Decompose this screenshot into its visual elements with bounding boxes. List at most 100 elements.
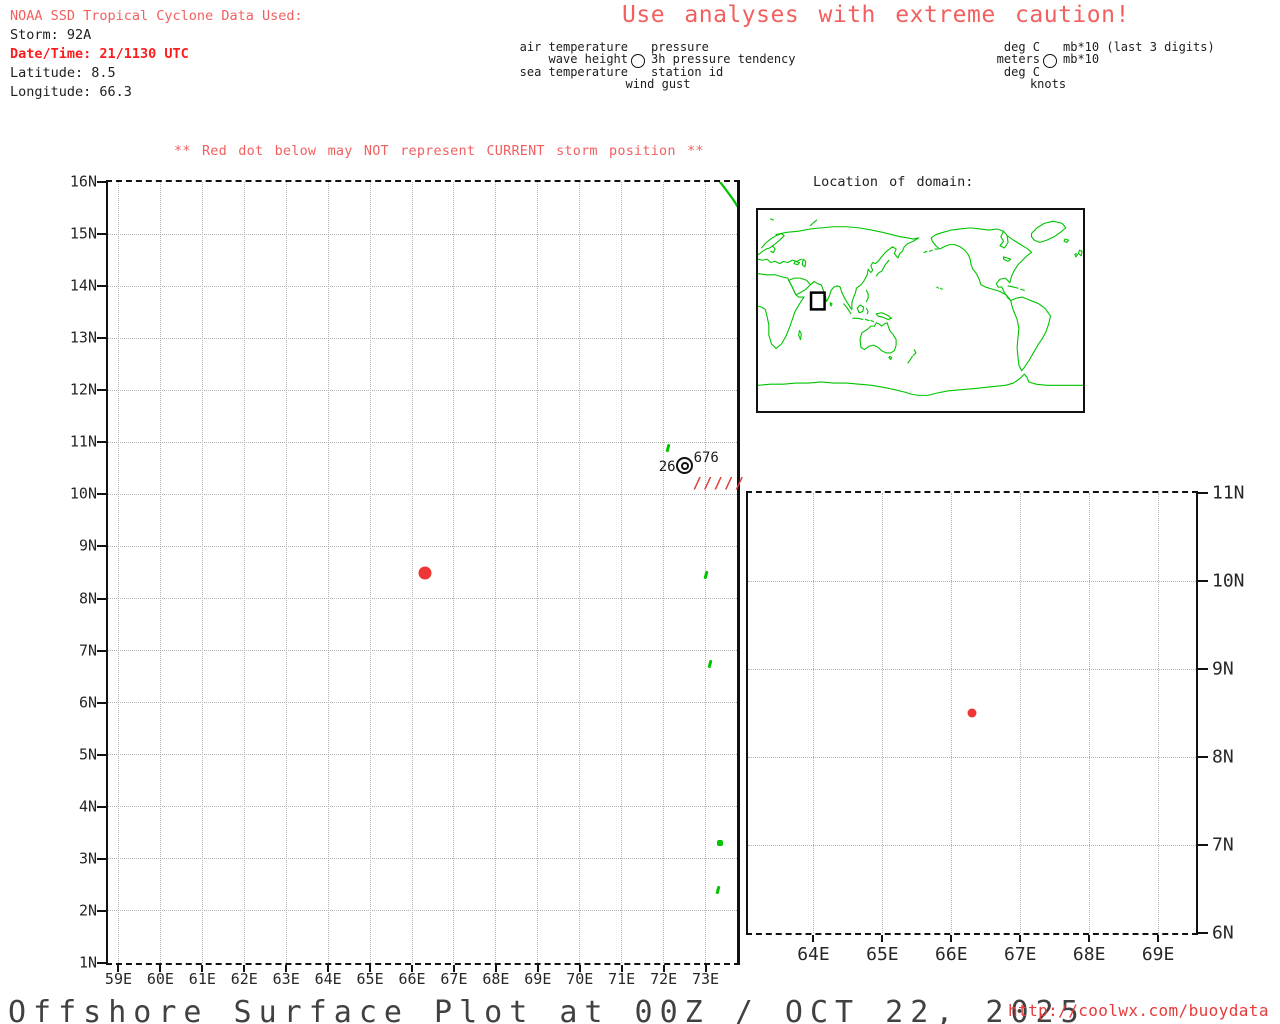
island-mark [703,570,709,580]
y-tick [1198,668,1208,670]
storm-longitude-line: Longitude: 66.3 [10,84,132,100]
y-tick [97,753,106,756]
y-tick [97,389,106,392]
x-tick-label: 65E [356,970,384,988]
unit-wind-gust: knots [1029,77,1067,91]
y-tick [97,545,106,548]
y-tick [97,233,106,236]
island-mark [665,443,671,452]
lat-gridline [108,806,737,808]
y-tick [97,285,106,288]
x-tick [1088,935,1091,942]
y-tick [97,857,106,860]
lon-gridline [663,182,665,963]
x-tick-label: 66E [935,944,968,965]
y-tick [97,337,106,340]
y-tick-label: 9N [78,537,97,556]
station-legend-left-column: air temperature wave height sea temperat… [508,41,628,78]
domain-inset-title: Location of domain: [813,174,974,190]
lon-gridline [1157,493,1159,933]
zoom-inset-map: 64E 65E 66E 67E 68E 69E 6N 7N 8N 9N 10N 11N [746,483,1245,965]
lat-gridline [748,580,1196,582]
y-tick-label: 10N [69,485,97,504]
y-tick-label: 11N [1212,482,1245,504]
lat-gridline [748,756,1196,758]
lon-gridline [950,493,952,933]
legend-pressure-tendency: 3h pressure tendency [651,52,796,67]
world-coastlines [758,210,1083,411]
lat-gridline [108,545,737,547]
y-tick [1198,756,1208,758]
lat-gridline [108,754,737,756]
lon-gridline [495,182,497,963]
lon-gridline [537,182,539,963]
lon-gridline [369,182,371,963]
lon-gridline [881,493,883,933]
y-tick-label: 8N [1212,746,1234,768]
x-tick-label: 72E [650,970,678,988]
lon-gridline [1019,493,1021,933]
lat-gridline [748,844,1196,846]
offshore-surface-plot-page: NOAA SSD Tropical Cyclone Data Used: Sto… [0,0,1280,1024]
legend-wind-gust: wind gust [625,77,691,91]
y-tick-label: 16N [69,172,97,191]
y-tick-label: 6N [78,693,97,712]
station-legend-right-column: pressure 3h pressure tendency station id [651,41,796,78]
y-tick-label: 5N [78,745,97,764]
lon-gridline [159,182,161,963]
storm-position-dot [967,708,977,718]
lat-gridline [108,650,737,652]
y-tick [1198,932,1208,934]
lat-gridline [108,389,737,391]
lon-gridline [327,182,329,963]
lon-gridline [201,182,203,963]
island-mark [715,885,721,895]
y-tick-label: 15N [69,224,97,243]
storm-position-dot [418,566,432,579]
units-legend-left-column: deg C meters deg C [985,41,1040,78]
y-tick [97,493,106,496]
y-tick-label: 10N [1212,570,1245,592]
lat-gridline [108,598,737,600]
x-tick-label: 59E [104,970,133,988]
x-tick [950,935,953,942]
lat-gridline [108,493,737,495]
y-tick-label: 14N [69,276,97,295]
y-tick-label: 13N [69,328,97,347]
lon-gridline [579,182,581,963]
x-tick-label: 64E [797,944,830,965]
y-tick-label: 2N [78,901,97,920]
main-map: 59E 60E 61E 62E 63E 64E 65E 66E 67E 68E 69E 70E 71E 7… [70,173,744,988]
y-tick [1198,580,1208,582]
y-tick-label: 11N [69,432,97,451]
y-tick-label: 9N [1212,658,1234,680]
storm-datetime-line: Date/Time: 21/1130 UTC [10,46,189,62]
y-tick [97,441,106,444]
lon-gridline [621,182,623,963]
station-air-temperature: 26 [658,458,676,475]
data-source-line: NOAA SSD Tropical Cyclone Data Used: [10,8,303,24]
lon-gridline [411,182,413,963]
x-tick-label: 67E [440,970,468,988]
y-tick [97,701,106,704]
island-mark [717,840,724,847]
y-tick [97,597,106,600]
lon-gridline [1088,493,1090,933]
x-tick-label: 64E [314,970,342,988]
y-tick-label: 4N [78,797,97,816]
lon-gridline [453,182,455,963]
lat-gridline [108,233,737,235]
y-tick-label: 7N [78,641,97,660]
storm-latitude-line: Latitude: 8.5 [10,65,116,81]
x-tick [1019,935,1022,942]
x-tick-label: 67E [1003,944,1037,965]
unit-pressure-tendency: mb*10 [1063,52,1100,67]
y-tick [97,181,106,183]
lat-gridline [108,910,737,912]
x-tick-label: 69E [524,970,552,988]
station-pressure: 676 [693,449,719,466]
station-inner-circle-icon [680,461,689,470]
y-tick [97,805,106,808]
source-url: http://coolwx.com/buoydata [1008,1001,1269,1020]
world-map-inset [756,208,1085,413]
